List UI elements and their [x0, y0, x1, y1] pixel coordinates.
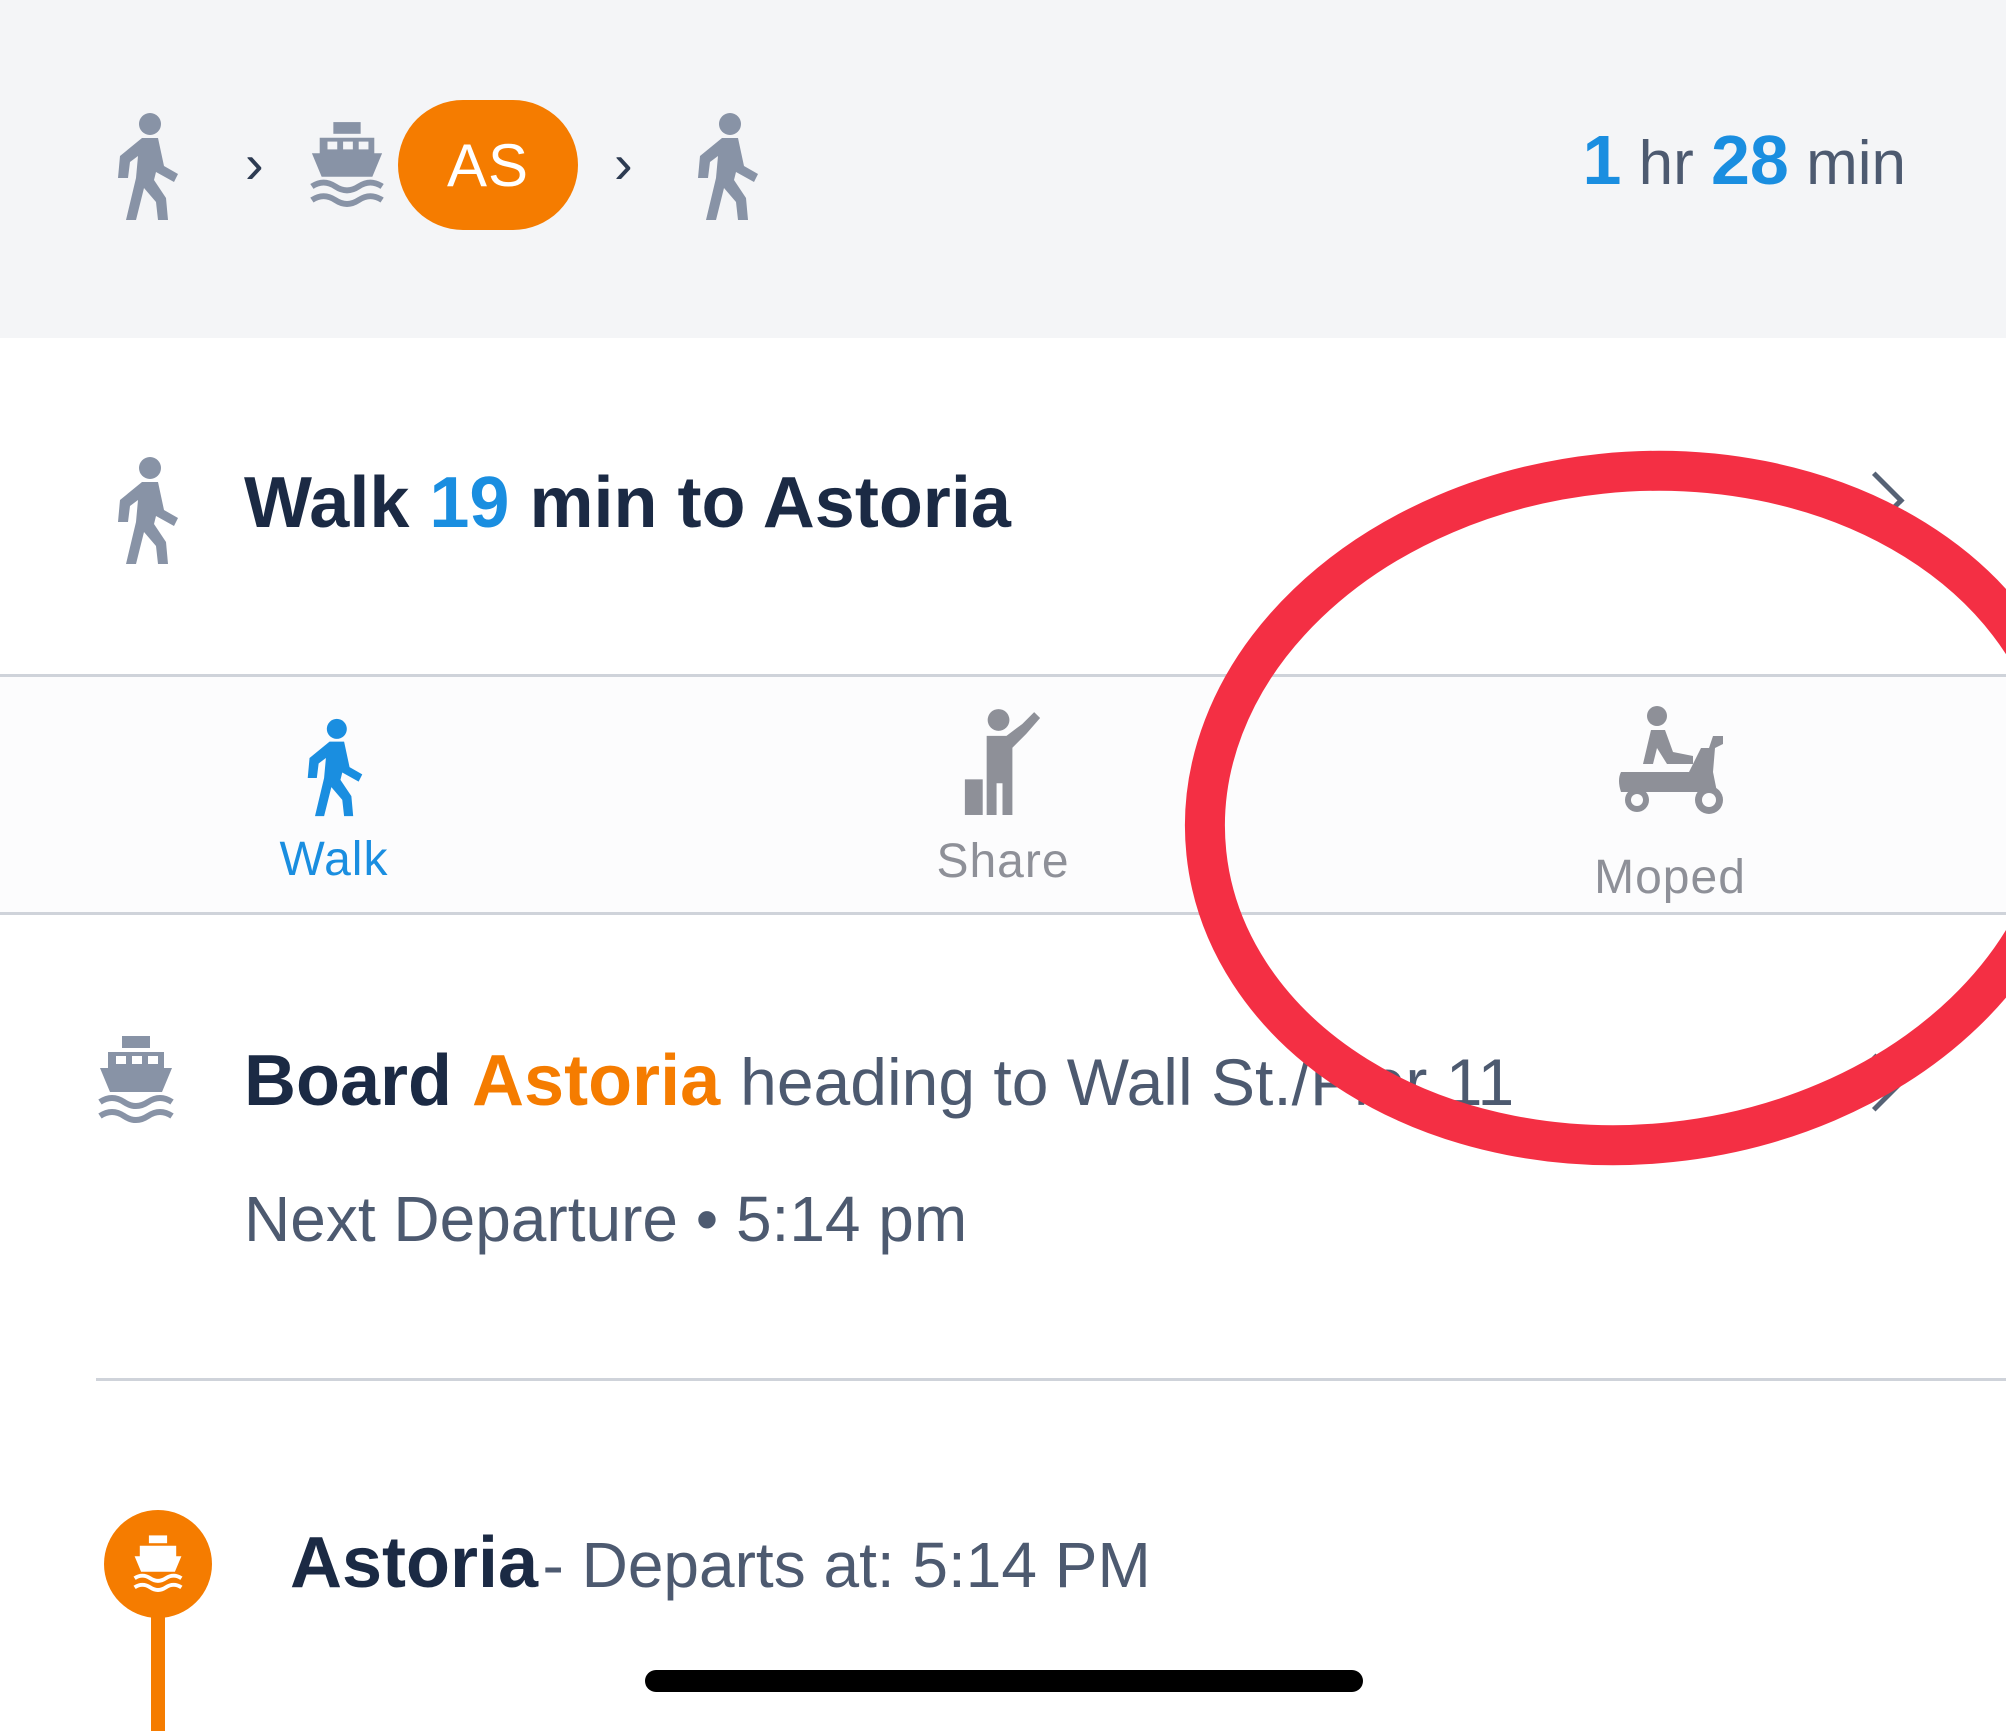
- walk-step-minutes: 19: [429, 463, 510, 543]
- stop-marker: [104, 1510, 212, 1618]
- walk-step-prefix: Walk: [244, 463, 410, 543]
- mode-tab-walk-label: Walk: [279, 833, 389, 886]
- moped-icon: [1619, 706, 1723, 814]
- trip-duration: 1 hr 28 min: [1582, 120, 1906, 200]
- duration-hours-unit: hr: [1638, 129, 1694, 198]
- board-verb: Board: [244, 1041, 453, 1121]
- duration-hours: 1: [1582, 121, 1622, 199]
- board-line-name: Astoria: [472, 1041, 721, 1121]
- ferry-icon: [133, 1535, 183, 1592]
- ferry-icon: [98, 1036, 174, 1123]
- next-departure: Next Departure • 5:14 pm: [244, 1183, 968, 1255]
- route-line: [151, 1600, 165, 1731]
- stop-departs: - Departs at: 5:14 PM: [542, 1529, 1151, 1601]
- stop-title: Astoria - Departs at: 5:14 PM: [290, 1522, 1151, 1604]
- walk-icon: [118, 457, 178, 564]
- board-step-title: Board Astoria heading to Wall St./Pier 1…: [244, 1040, 1514, 1122]
- stop-name: Astoria: [290, 1523, 539, 1603]
- board-heading: heading to Wall St./Pier 11: [740, 1045, 1515, 1119]
- duration-minutes: 28: [1710, 121, 1789, 199]
- mode-tab-share-label: Share: [936, 835, 1070, 888]
- walk-icon: [118, 113, 178, 220]
- walk-icon: [307, 718, 363, 817]
- line-badge: AS: [398, 100, 578, 230]
- walk-icon: [698, 113, 758, 220]
- home-indicator[interactable]: [645, 1670, 1363, 1692]
- board-step-row[interactable]: [0, 915, 2006, 1380]
- chevron-right-icon: ›: [245, 132, 264, 195]
- duration-minutes-unit: min: [1806, 129, 1906, 198]
- mode-tab-moped-label: Moped: [1594, 851, 1746, 904]
- walk-step-title: Walk 19 min to Astoria: [244, 462, 1011, 544]
- hail-person-icon: [964, 709, 1041, 815]
- route-summary-bar[interactable]: › AS › 1 hr 28 min: [0, 0, 2006, 338]
- chevron-right-icon: ›: [614, 132, 633, 195]
- ferry-icon: [310, 122, 384, 207]
- walk-step-suffix: min to Astoria: [529, 463, 1011, 543]
